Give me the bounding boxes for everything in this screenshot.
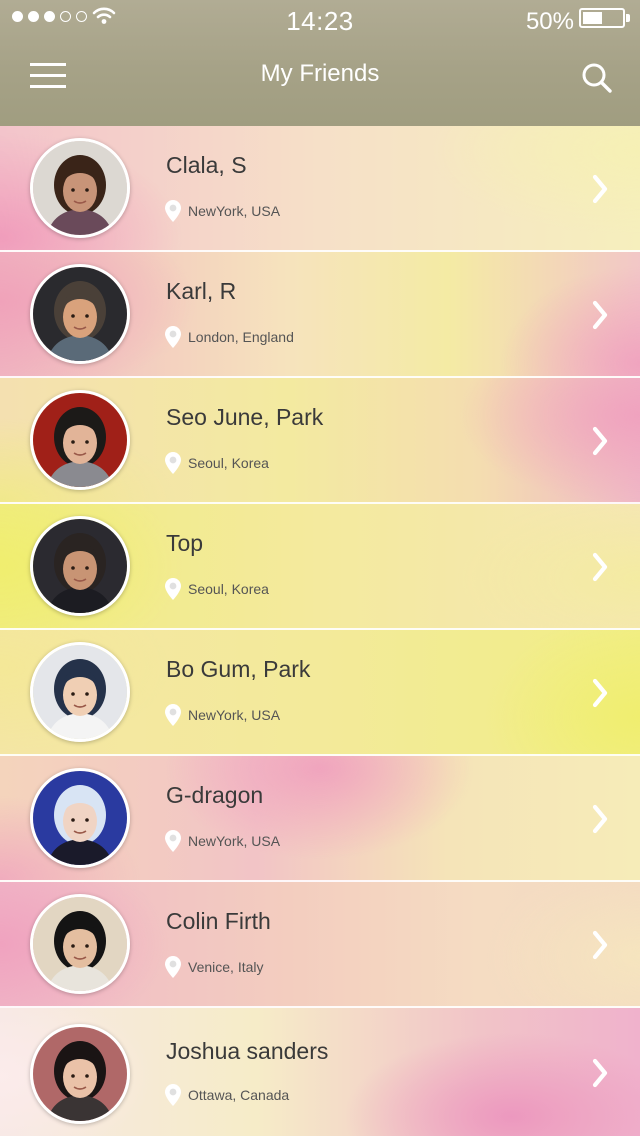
friend-name: Top <box>166 530 204 556</box>
battery-percentage: 50% <box>525 8 574 35</box>
friend-list-item[interactable]: Seo June, Park Seoul, Korea <box>0 378 640 504</box>
friend-name: Seo June, Park <box>166 404 324 430</box>
chevron-right-icon[interactable] <box>590 1058 610 1088</box>
friend-list-item[interactable]: Colin Firth Venice, Italy <box>0 882 640 1008</box>
friend-list-item[interactable]: Joshua sanders Ottawa, Canada <box>0 1008 640 1136</box>
map-pin-icon <box>165 830 181 852</box>
friend-avatar[interactable] <box>30 390 130 490</box>
chevron-right-icon[interactable] <box>590 930 610 960</box>
friend-avatar[interactable] <box>30 138 130 238</box>
chevron-right-icon[interactable] <box>590 426 610 456</box>
friend-name: Bo Gum, Park <box>166 656 311 682</box>
map-pin-icon <box>165 326 181 348</box>
map-pin-icon <box>165 452 181 474</box>
friend-avatar[interactable] <box>30 642 130 742</box>
friend-name: Joshua sanders <box>166 1038 329 1064</box>
friend-name: Colin Firth <box>166 908 271 934</box>
friend-location: Ottawa, Canada <box>188 1087 290 1103</box>
map-pin-icon <box>165 956 181 978</box>
friend-name: G-dragon <box>166 782 264 808</box>
friend-avatar[interactable] <box>30 264 130 364</box>
chevron-right-icon[interactable] <box>590 804 610 834</box>
friend-location: Seoul, Korea <box>188 581 269 597</box>
friend-avatar[interactable] <box>30 516 130 616</box>
map-pin-icon <box>165 200 181 222</box>
page-title: My Friends <box>260 60 380 87</box>
friend-list-item[interactable]: Clala, S NewYork, USA <box>0 126 640 252</box>
friend-list-item[interactable]: Karl, R London, England <box>0 252 640 378</box>
friend-avatar[interactable] <box>30 1024 130 1124</box>
friend-avatar[interactable] <box>30 894 130 994</box>
map-pin-icon <box>165 578 181 600</box>
friend-location: NewYork, USA <box>188 833 281 849</box>
map-pin-icon <box>165 1084 181 1106</box>
app-header: 14:23 50% My Friends <box>0 0 640 126</box>
nav-bar: My Friends <box>0 40 640 110</box>
friend-avatar[interactable] <box>30 768 130 868</box>
chevron-right-icon[interactable] <box>590 174 610 204</box>
friend-list-item[interactable]: Bo Gum, Park NewYork, USA <box>0 630 640 756</box>
friend-name: Karl, R <box>166 278 237 304</box>
chevron-right-icon[interactable] <box>590 552 610 582</box>
battery-icon <box>579 8 630 28</box>
chevron-right-icon[interactable] <box>590 678 610 708</box>
friend-location: NewYork, USA <box>188 707 281 723</box>
friend-list-item[interactable]: Top Seoul, Korea <box>0 504 640 630</box>
friends-list: Clala, S NewYork, USA Karl, R London, Engla… <box>0 126 640 1136</box>
friend-location: NewYork, USA <box>188 203 281 219</box>
map-pin-icon <box>165 704 181 726</box>
friend-name: Clala, S <box>166 152 247 178</box>
status-bar: 14:23 50% <box>0 0 640 36</box>
friend-location: Seoul, Korea <box>188 455 269 471</box>
search-icon[interactable] <box>581 62 613 94</box>
friend-location: London, England <box>188 329 294 345</box>
chevron-right-icon[interactable] <box>590 300 610 330</box>
friend-location: Venice, Italy <box>188 959 264 975</box>
friend-list-item[interactable]: G-dragon NewYork, USA <box>0 756 640 882</box>
